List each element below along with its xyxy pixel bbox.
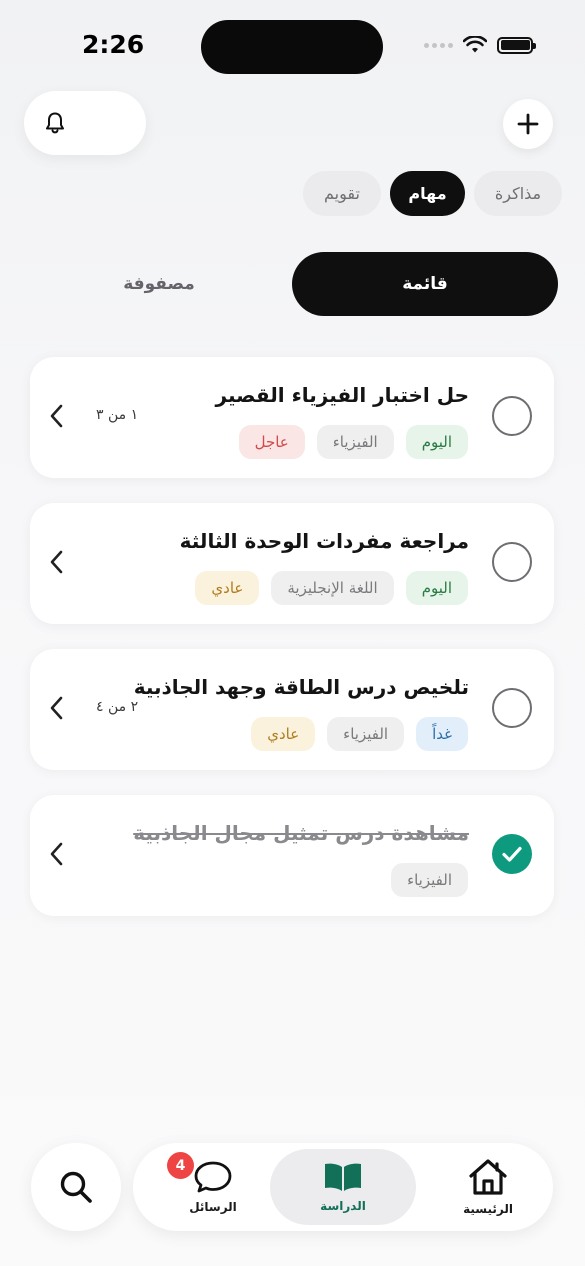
wifi-icon bbox=[463, 36, 487, 53]
book-icon bbox=[325, 1163, 361, 1191]
tab-tasks[interactable]: مهام bbox=[390, 171, 465, 216]
priority-tag: عاجل bbox=[238, 425, 305, 459]
task-checkbox[interactable] bbox=[492, 396, 532, 436]
messages-badge: 4 bbox=[167, 1152, 194, 1179]
chevron-left-icon[interactable] bbox=[48, 695, 66, 721]
tab-calendar[interactable]: تقويم bbox=[303, 171, 381, 216]
task-tags: الفيزياء bbox=[391, 863, 468, 897]
status-icons bbox=[424, 36, 536, 54]
chevron-left-icon[interactable] bbox=[48, 549, 66, 575]
task-card[interactable]: حل اختبار الفيزياء القصير اليوم الفيزياء… bbox=[30, 357, 554, 478]
task-tags: غداً الفيزياء عادي bbox=[251, 717, 468, 751]
task-tags: اليوم الفيزياء عاجل bbox=[238, 425, 468, 459]
notifications-button[interactable] bbox=[24, 91, 146, 155]
nav-study-label: الدراسة bbox=[320, 1199, 366, 1213]
tab-study-sessions[interactable]: مذاكرة bbox=[474, 171, 562, 216]
task-card[interactable]: تلخيص درس الطاقة وجهد الجاذبية غداً الفي… bbox=[30, 649, 554, 770]
search-button[interactable] bbox=[31, 1143, 121, 1231]
priority-tag: عادي bbox=[251, 717, 316, 751]
nav-home-label: الرئيسية bbox=[463, 1202, 513, 1216]
task-title: حل اختبار الفيزياء القصير bbox=[215, 383, 469, 407]
search-icon bbox=[60, 1171, 92, 1203]
nav-messages-label: الرسائل bbox=[189, 1200, 237, 1214]
bell-icon bbox=[46, 112, 64, 134]
matrix-view-button[interactable]: مصفوفة bbox=[30, 252, 288, 316]
due-date-tag: اليوم bbox=[405, 425, 468, 459]
task-card[interactable]: مراجعة مفردات الوحدة الثالثة اليوم اللغة… bbox=[30, 503, 554, 624]
task-title: مشاهدة درس تمثيل مجال الجاذبية bbox=[133, 821, 469, 845]
task-title: مراجعة مفردات الوحدة الثالثة bbox=[179, 529, 469, 553]
nav-study[interactable]: الدراسة bbox=[270, 1149, 416, 1225]
task-checkbox[interactable] bbox=[492, 542, 532, 582]
nav-home[interactable]: الرئيسية bbox=[423, 1143, 553, 1231]
subtask-count: ١ من ٣ bbox=[96, 407, 139, 423]
checkmark-icon bbox=[502, 846, 522, 862]
chat-bubble-icon bbox=[194, 1161, 232, 1193]
add-task-button[interactable] bbox=[503, 99, 553, 149]
due-date-tag: اليوم bbox=[405, 571, 468, 605]
task-checkbox[interactable] bbox=[492, 688, 532, 728]
list-view-button[interactable]: قائمة bbox=[292, 252, 558, 316]
task-checkbox-checked[interactable] bbox=[492, 834, 532, 874]
priority-tag: عادي bbox=[195, 571, 260, 605]
task-tags: اليوم اللغة الإنجليزية عادي bbox=[195, 571, 468, 605]
subtask-count: ٢ من ٤ bbox=[96, 699, 139, 715]
dynamic-island bbox=[201, 20, 383, 74]
plus-icon bbox=[517, 113, 539, 135]
chevron-left-icon[interactable] bbox=[48, 403, 66, 429]
view-toggle: مصفوفة قائمة bbox=[30, 252, 558, 316]
subject-tag: الفيزياء bbox=[391, 863, 468, 897]
subject-tag: الفيزياء bbox=[327, 717, 405, 751]
status-time: 2:26 bbox=[82, 30, 145, 59]
chevron-left-icon[interactable] bbox=[48, 841, 66, 867]
task-title: تلخيص درس الطاقة وجهد الجاذبية bbox=[133, 675, 469, 699]
subject-tag: اللغة الإنجليزية bbox=[271, 571, 394, 605]
home-icon bbox=[469, 1159, 507, 1195]
battery-icon bbox=[497, 36, 536, 54]
subject-tag: الفيزياء bbox=[316, 425, 394, 459]
signal-icon bbox=[424, 42, 453, 48]
bottom-tab-bar: الرئيسية الدراسة الرسائل 4 bbox=[133, 1143, 553, 1231]
due-date-tag: غداً bbox=[416, 717, 468, 751]
task-card[interactable]: مشاهدة درس تمثيل مجال الجاذبية الفيزياء bbox=[30, 795, 554, 916]
